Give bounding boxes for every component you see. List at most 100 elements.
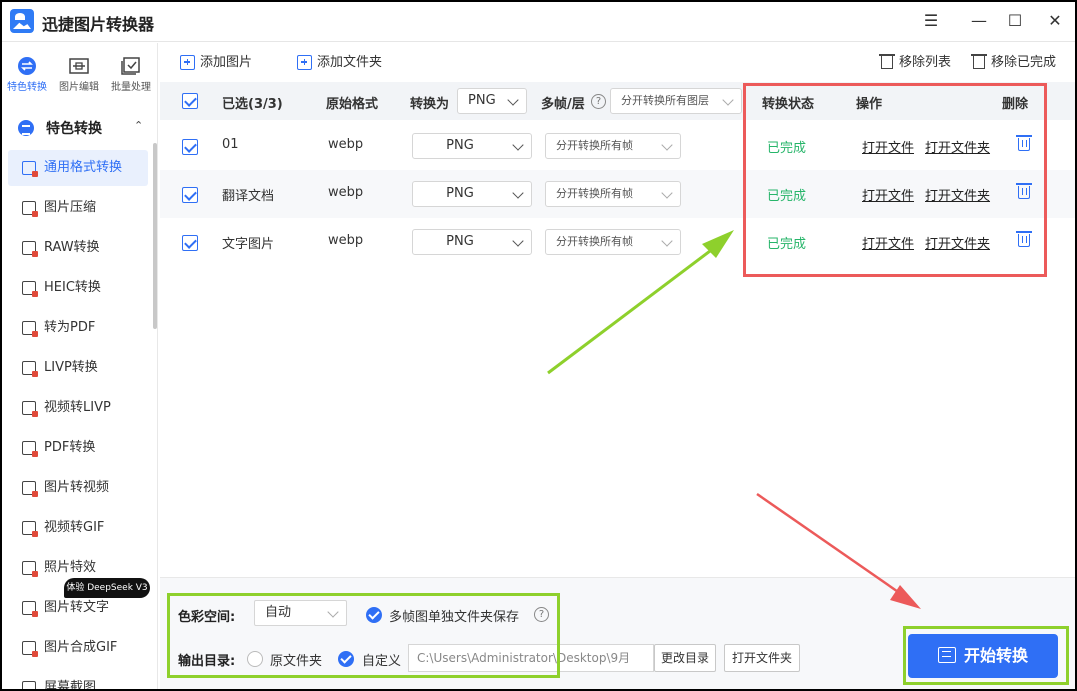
chevron-down-icon [661,187,673,199]
add-folder-button[interactable]: 添加文件夹 [297,53,382,73]
sidebar-scrollbar[interactable] [153,143,157,329]
file-name: 翻译文档 [222,189,275,204]
sidebar-item-label: 通用格式转换 [44,160,123,175]
sidebar-item-image-to-text[interactable]: 图片转文字 [8,590,148,626]
livp-icon [22,361,38,377]
file-name: 文字图片 [222,237,275,252]
chevron-down-icon [512,187,524,199]
start-highlight-box [903,626,1069,685]
add-image-button[interactable]: 添加图片 [180,53,252,73]
maximize-button[interactable]: ☐ [1004,10,1026,32]
help-icon[interactable]: ? [591,94,606,109]
sidebar-item-label: 图片转文字 [44,600,110,615]
sidebar-item-to-pdf[interactable]: 转为PDF [8,310,148,346]
sidebar-item-video-to-livp[interactable]: 视频转LIVP [8,390,148,426]
frames-value: 分开转换所有帧 [556,139,633,152]
heic-icon [22,281,38,297]
frames-select[interactable]: 分开转换所有帧 [545,229,681,255]
sidebar-item-label: PDF转换 [44,440,96,455]
sidebar-item-label: HEIC转换 [44,280,101,295]
sidebar-item-label: 图片合成GIF [44,640,118,655]
gif-compose-icon [22,641,38,657]
row-checkbox[interactable] [182,187,198,203]
ocr-icon [22,601,38,617]
add-folder-label: 添加文件夹 [317,55,383,70]
row-checkbox[interactable] [182,235,198,251]
mode-tab-batch[interactable]: 批量处理 [106,43,156,101]
frames-select[interactable]: 分开转换所有帧 [545,133,681,159]
add-icon [180,55,195,70]
pdf-icon [22,321,38,337]
status-highlight-box [743,83,1047,277]
mode-tabs: 特色转换 图片编辑 批量处理 [2,43,158,101]
sidebar-item-label: 转为PDF [44,320,96,335]
multi-frame-all-value: 分开转换所有图层 [621,94,709,107]
sidebar-item-label: LIVP转换 [44,360,98,375]
header-convert-to: 转换为 [410,97,450,112]
original-format: webp [328,137,364,152]
sidebar-item-label: 屏幕截图 [44,680,97,689]
category-title[interactable]: 特色转换 [46,118,102,138]
title-bar: 迅捷图片转换器 ☰ — ☐ ✕ [2,2,1075,42]
minimize-button[interactable]: — [968,10,990,32]
format-convert-icon [22,161,38,177]
pdf-convert-icon [22,441,38,457]
sidebar-item-video-to-gif[interactable]: 视频转GIF [8,510,148,546]
mode-tab-edit[interactable]: 图片编辑 [54,43,104,101]
sidebar-item-label: 图片转视频 [44,480,110,495]
sidebar-item-label: 视频转GIF [44,520,105,535]
close-button[interactable]: ✕ [1044,10,1066,32]
open-output-folder-button[interactable]: 打开文件夹 [724,644,800,672]
header-selected: 已选(3/3) [222,97,283,112]
sidebar-item-general-format[interactable]: 通用格式转换 [8,150,148,186]
sidebar-item-label: 图片压缩 [44,200,97,215]
sidebar-item-heic[interactable]: HEIC转换 [8,270,148,306]
sidebar-item-image-to-video[interactable]: 图片转视频 [8,470,148,506]
menu-icon[interactable]: ☰ [920,10,942,32]
remove-list-button[interactable]: 移除列表 [879,53,951,73]
sidebar-item-pdf-convert[interactable]: PDF转换 [8,430,148,466]
app-logo-icon [10,9,34,33]
header-original-format: 原始格式 [326,97,379,112]
file-name: 01 [222,137,239,152]
convert-to-all-value: PNG [468,93,496,108]
mode-tab-label: 图片编辑 [59,82,99,93]
target-format-select[interactable]: PNG [412,181,532,207]
add-image-label: 添加图片 [200,55,253,70]
app-title: 迅捷图片转换器 [42,15,155,34]
video-icon [22,401,38,417]
multi-frame-all-select[interactable]: 分开转换所有图层 [610,88,742,114]
target-format-select[interactable]: PNG [412,229,532,255]
trash-icon [971,54,987,69]
add-folder-icon [297,55,312,70]
frames-select[interactable]: 分开转换所有帧 [545,181,681,207]
target-format-value: PNG [446,138,474,153]
sidebar-item-raw[interactable]: RAW转换 [8,230,148,266]
sidebar: 特色转换 图片编辑 批量处理 特色转换 ⌃ 通用格式转换 图片压缩 RAW转换 … [2,43,158,689]
mode-tab-feature[interactable]: 特色转换 [2,43,52,101]
camera-icon [22,561,38,577]
remove-done-button[interactable]: 移除已完成 [971,53,1056,73]
convert-to-all-select[interactable]: PNG [457,88,527,114]
original-format: webp [328,233,364,248]
chevron-up-icon[interactable]: ⌃ [134,119,143,132]
sidebar-item-image-gif[interactable]: 图片合成GIF [8,630,148,666]
original-format: webp [328,185,364,200]
sidebar-item-compress[interactable]: 图片压缩 [8,190,148,226]
chevron-down-icon [722,94,734,106]
target-format-select[interactable]: PNG [412,133,532,159]
row-checkbox[interactable] [182,139,198,155]
change-dir-button[interactable]: 更改目录 [654,644,716,672]
select-all-checkbox[interactable] [182,93,198,109]
chevron-down-icon [507,94,519,106]
compress-icon [22,201,38,217]
feature-category-icon [18,120,34,136]
remove-list-label: 移除列表 [899,55,952,70]
mode-tab-label: 特色转换 [7,82,47,93]
target-format-value: PNG [446,234,474,249]
screenshot-icon [22,681,36,689]
remove-done-label: 移除已完成 [991,55,1057,70]
sidebar-item-screenshot[interactable]: 屏幕截图 [8,670,148,689]
sidebar-item-label: 视频转LIVP [44,400,111,415]
sidebar-item-livp[interactable]: LIVP转换 [8,350,148,386]
